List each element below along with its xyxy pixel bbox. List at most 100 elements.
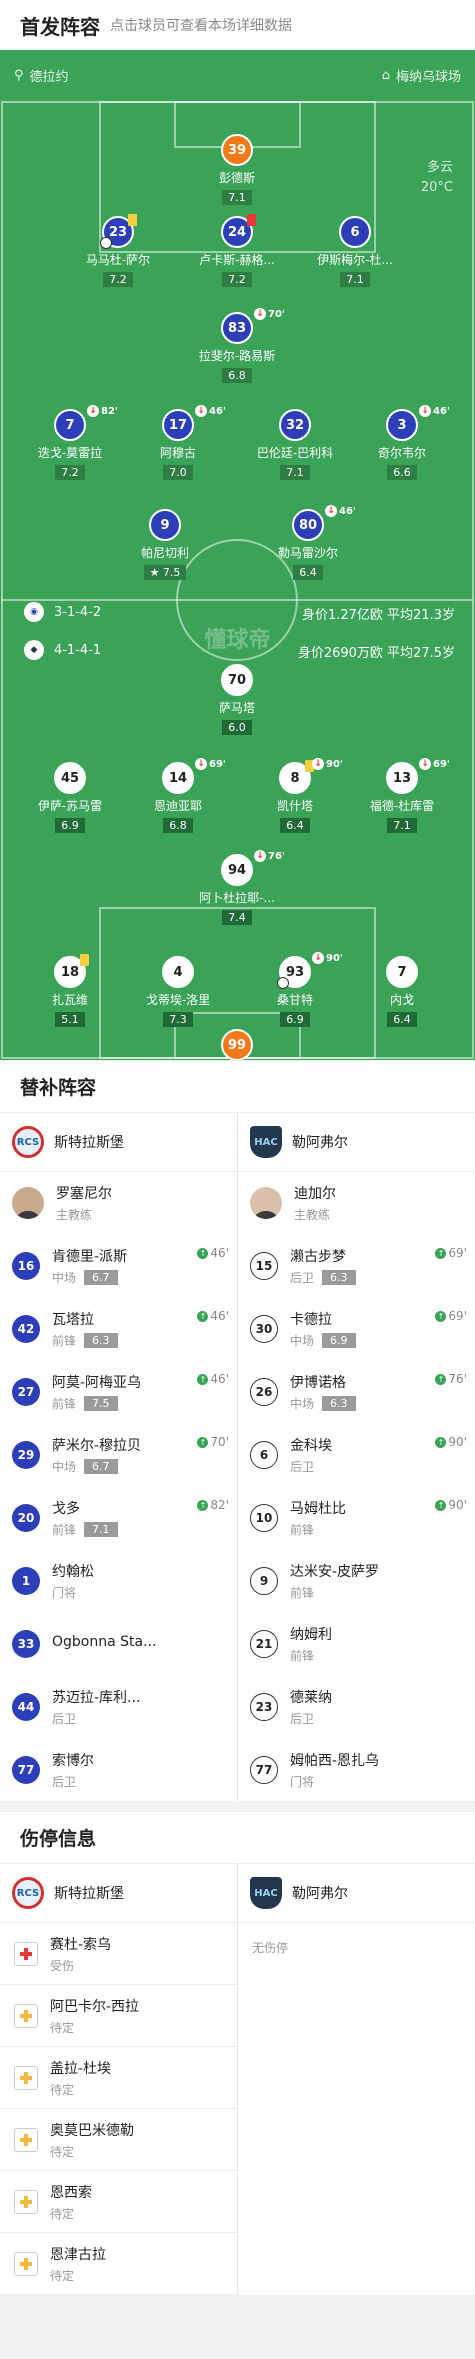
injury-player-name: 奥莫巴米德勒 [50,2122,134,2139]
bench-player-row[interactable]: 9 达米安-皮萨罗 前锋 [238,1549,475,1612]
bench-away-team[interactable]: HAC 勒阿弗尔 [238,1112,475,1172]
player-away[interactable]: 93 ↓ 90' 桑甘特 6.9 [240,952,350,1027]
sub-in-minute: 69' [448,1246,467,1260]
bench-home-team[interactable]: RCS 斯特拉斯堡 [0,1112,237,1172]
player-home[interactable]: 80 ↓ 46' 勒马雷沙尔 6.4 [253,505,363,580]
bench-away-col: HAC 勒阿弗尔 迪加尔 主教练 15 濑古步梦 后卫 6.3 ↑ 69' 30 卡德拉 中场 6.… [237,1112,475,1801]
coach-avatar [250,1187,282,1219]
player-name: 卢卡斯-赫格... [199,253,275,267]
sub-in-minute: 90' [448,1498,467,1512]
bench-player-row[interactable]: 15 濑古步梦 后卫 6.3 ↑ 69' [238,1234,475,1297]
player-away[interactable]: 70 萨马塔 6.0 [182,664,292,735]
player-home[interactable]: 9 帕尼切利 ★ 7.5 [110,509,220,580]
bench-player-number: 10 [250,1503,278,1532]
whistle-icon: ⚲ [14,67,24,83]
player-home[interactable]: 39 彭德斯 7.1 [182,134,292,205]
sub-in-marker: ↑ 76' [435,1372,467,1386]
player-name: 勒马雷沙尔 [277,546,338,560]
bench-player-position: 前锋 [52,1522,77,1537]
player-number: 93 ↓ 90' [277,952,343,989]
bench-player-row[interactable]: 30 卡德拉 中场 6.9 ↑ 69' [238,1297,475,1360]
injury-away-team[interactable]: HAC 勒阿弗尔 [238,1863,475,1923]
bench-player-row[interactable]: 77 姆帕西-恩扎乌 门将 [238,1738,475,1801]
bench-player-row[interactable]: 29 萨米尔-穆拉贝 中场 6.7 ↑ 70' [0,1423,237,1486]
bench-player-name: 德莱纳 [290,1689,332,1706]
bench-player-row[interactable]: 6 金科埃 后卫 ↑ 90' [238,1423,475,1486]
bench-away-team-name: 勒阿弗尔 [292,1135,348,1151]
player-number: 14 ↓ 69' [162,758,226,794]
home-coach[interactable]: 罗塞尼尔 主教练 [0,1172,237,1234]
bench-player-row[interactable]: 16 肯德里-派斯 中场 6.7 ↑ 46' [0,1234,237,1297]
injury-row[interactable]: 奥莫巴米德勒 待定 [0,2109,237,2171]
bench-player-number: 1 [12,1566,40,1595]
player-away[interactable]: 8 ↓ 90' 凯什塔 6.4 [240,758,350,833]
player-home[interactable]: 7 ↓ 82' 迭戈-莫雷拉 7.2 [15,405,125,480]
player-away[interactable]: 13 ↓ 69' 福德-杜库雷 7.1 [347,758,457,833]
injury-row[interactable]: 赛杜-索乌 受伤 [0,1923,237,1985]
player-number: 7 [386,956,418,988]
bench-player-meta: 后卫 [52,1710,140,1727]
player-number: 80 ↓ 46' [292,505,356,541]
player-away[interactable]: 14 ↓ 69' 恩迪亚耶 6.8 [123,758,233,833]
bench-player-row[interactable]: 42 瓦塔拉 前锋 6.3 ↑ 46' [0,1297,237,1360]
bench-player-meta: 前锋 [290,1584,379,1601]
bench-player-meta: 后卫 [290,1458,332,1475]
bench-player-row[interactable]: 21 纳姆利 前锋 [238,1612,475,1675]
player-home[interactable]: 6 伊斯梅尔-杜... 7.1 [300,216,410,287]
bench-player-row[interactable]: 23 德莱纳 后卫 [238,1675,475,1738]
sub-out-icon: ↓ [254,308,266,320]
player-number: 83 ↓ 70' [221,308,285,344]
sub-out-icon: ↓ [195,405,207,417]
bench-player-rating: 7.5 [84,1395,118,1411]
weather-condition: 多云 [426,160,453,175]
player-away[interactable]: 99迪奥7.0 [182,1029,292,1060]
player-away[interactable]: 45 伊萨-苏马雷 6.9 [15,762,125,833]
player-home[interactable]: 3 ↓ 46' 奇尔韦尔 6.6 [347,405,457,480]
bench-player-row[interactable]: 26 伊博诺格 中场 6.3 ↑ 76' [238,1360,475,1423]
medical-cross-icon [14,2189,38,2214]
player-away[interactable]: 4 戈蒂埃-洛里 7.3 [123,956,233,1027]
player-away[interactable]: 7 内戈 6.4 [347,956,457,1027]
player-rating: 5.1 [55,1012,85,1027]
injury-row[interactable]: 恩津古拉 待定 [0,2233,237,2295]
player-away[interactable]: 18 扎瓦维 5.1 [15,954,125,1027]
sub-minute: 76' [268,850,285,862]
bench-player-meta: 中场 6.3 [290,1395,356,1412]
bench-player-row[interactable]: 20 戈多 前锋 7.1 ↑ 82' [0,1486,237,1549]
sub-in-minute: 69' [448,1309,467,1323]
player-rating: 6.6 [387,465,417,480]
injury-away-team-name: 勒阿弗尔 [292,1886,348,1902]
bench-player-row[interactable]: 1 约翰松 门将 [0,1549,237,1612]
strasbourg-crest-icon: RCS [12,1126,44,1158]
away-coach[interactable]: 迪加尔 主教练 [238,1172,475,1234]
bench-player-name: 戈多 [52,1500,80,1517]
injury-row[interactable]: 阿巴卡尔-西拉 待定 [0,1985,237,2047]
bench-player-row[interactable]: 77 索博尔 后卫 [0,1738,237,1801]
injury-player-name: 盖拉-杜埃 [50,2060,112,2077]
bench-section: RCS 斯特拉斯堡 罗塞尼尔 主教练 16 肯德里-派斯 中场 6.7 ↑ 46' 42 瓦塔拉… [0,1112,475,1801]
injury-row[interactable]: 恩西索 待定 [0,2171,237,2233]
sub-off-marker: ↓ 82' [87,405,118,417]
injury-home-team[interactable]: RCS 斯特拉斯堡 [0,1863,237,1923]
player-rating: 6.8 [222,368,252,383]
player-home[interactable]: 83 ↓ 70' 拉斐尔-路易斯 6.8 [182,308,292,383]
injury-row[interactable]: 盖拉-杜埃 待定 [0,2047,237,2109]
bench-player-row[interactable]: 27 阿莫-阿梅亚乌 前锋 7.5 ↑ 46' [0,1360,237,1423]
player-rating: 6.8 [163,818,193,833]
sub-out-icon: ↓ [254,850,266,862]
bench-player-row[interactable]: 33 Ogbonna Sta... [0,1612,237,1675]
bench-player-position: 后卫 [52,1774,77,1789]
bench-player-row[interactable]: 10 马姆杜比 前锋 ↑ 90' [238,1486,475,1549]
player-name: 迭戈-莫雷拉 [37,446,103,460]
player-rating: 7.1 [387,818,417,833]
player-home[interactable]: 32 巴伦廷-巴利科 7.1 [240,409,350,480]
player-away[interactable]: 94 ↓ 76' 阿卜杜拉耶-... 7.4 [182,850,292,925]
sub-off-marker: ↓ 69' [419,758,450,770]
bench-player-name: 肯德里-派斯 [52,1248,128,1265]
player-home[interactable]: 17 ↓ 46' 阿穆古 7.0 [123,405,233,480]
sub-minute: 90' [326,952,343,964]
player-home[interactable]: 24 卢卡斯-赫格... 7.2 [182,214,292,287]
bench-player-number: 77 [12,1755,40,1784]
player-home[interactable]: 23 马马杜-萨尔 7.2 [63,214,173,287]
bench-player-row[interactable]: 44 苏迈拉-库利... 后卫 [0,1675,237,1738]
